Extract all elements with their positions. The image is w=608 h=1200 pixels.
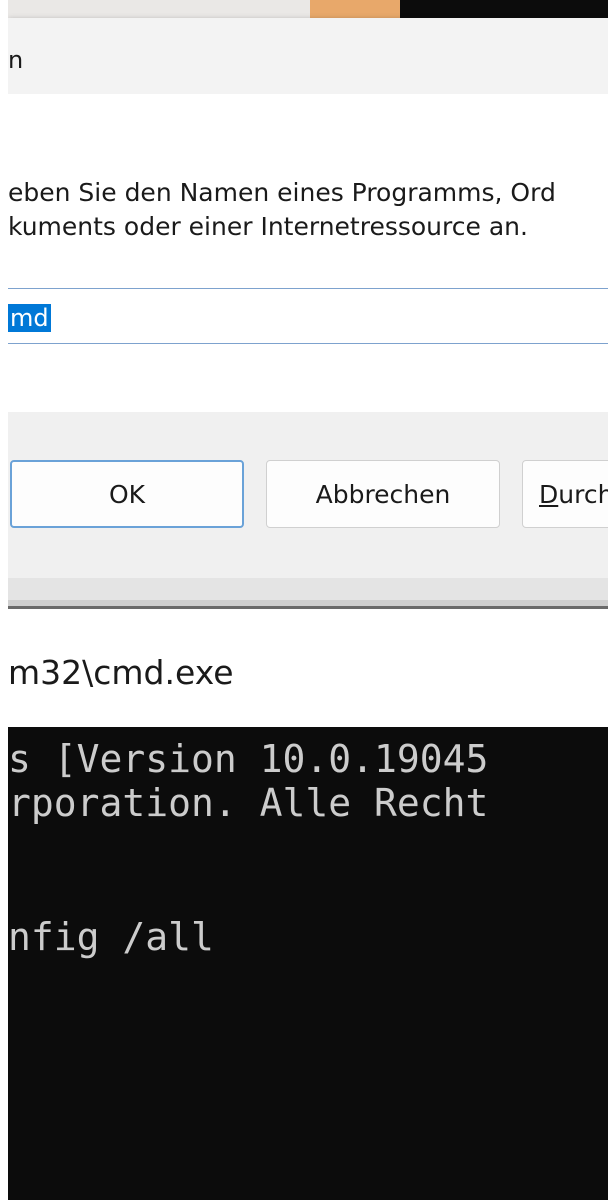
run-dialog-body: eben Sie den Namen eines Programms, Ord … — [8, 94, 608, 412]
cancel-button[interactable]: Abbrechen — [266, 460, 500, 528]
console-line: nfig /all — [8, 915, 214, 959]
browse-button[interactable]: Durch — [522, 460, 608, 528]
background-window-segment — [0, 0, 310, 18]
console-line: s [Version 10.0.19045 — [8, 737, 489, 781]
console-line: rporation. Alle Recht — [8, 781, 489, 825]
description-line: kuments oder einer Internetressource an. — [8, 212, 528, 241]
run-dialog-titlebar[interactable]: n — [8, 18, 608, 94]
run-dialog-title: n — [8, 46, 24, 74]
cmd-window-title: m32\cmd.exe — [8, 653, 234, 692]
background-window-segment — [400, 0, 608, 18]
cmd-console[interactable]: s [Version 10.0.19045 rporation. Alle Re… — [8, 727, 608, 1200]
browse-button-accelerator: D — [539, 479, 559, 509]
run-dialog: n eben Sie den Namen eines Programms, Or… — [8, 18, 608, 606]
open-input-selected-text: md — [8, 304, 51, 332]
background-window-segment — [310, 0, 400, 18]
description-line: eben Sie den Namen eines Programms, Ord — [8, 178, 556, 207]
cmd-window-titlebar[interactable]: m32\cmd.exe — [8, 609, 608, 727]
ok-button[interactable]: OK — [10, 460, 244, 528]
open-input[interactable]: md — [8, 288, 608, 344]
left-edge-strip — [0, 0, 8, 1200]
browse-button-label: urch — [558, 479, 608, 509]
background-window-strip — [0, 0, 608, 18]
screenshot: n eben Sie den Namen eines Programms, Or… — [0, 0, 608, 1200]
run-dialog-description: eben Sie den Namen eines Programms, Ord … — [8, 176, 556, 244]
run-dialog-footer: OK Abbrechen Durch — [8, 412, 608, 578]
